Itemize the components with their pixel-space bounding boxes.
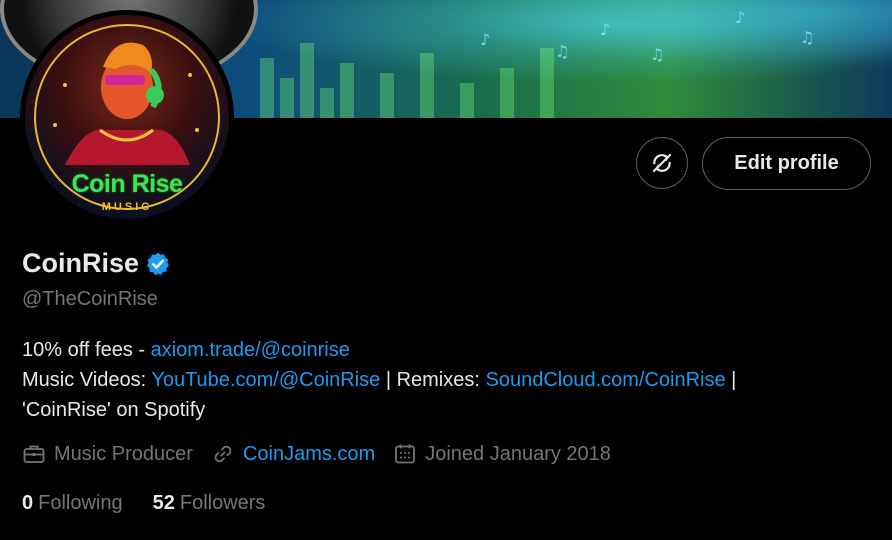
- calendar-icon: [395, 444, 416, 464]
- avatar-logo-text: Coin Rise: [71, 170, 183, 198]
- bio-link-axiom[interactable]: axiom.trade/@coinrise: [151, 339, 350, 361]
- profile-handle: @TheCoinRise: [22, 288, 158, 310]
- equalizer-bar: [500, 68, 514, 118]
- website-item[interactable]: CoinJams.com: [211, 442, 375, 466]
- bio-text: Music Videos:: [22, 369, 152, 391]
- bio-text: |: [725, 369, 737, 391]
- music-note-icon: ♫: [650, 45, 665, 64]
- bio-text: | Remixes:: [380, 369, 486, 391]
- equalizer-bar: [420, 53, 434, 118]
- equalizer-bar: [300, 43, 314, 118]
- profile-meta: Music Producer CoinJams.com Joined Janua…: [22, 442, 629, 466]
- bio-link-soundcloud[interactable]: SoundCloud.com/CoinRise: [485, 369, 725, 391]
- website-link[interactable]: CoinJams.com: [243, 443, 375, 466]
- follow-stats: 0 Following 52 Followers: [22, 492, 295, 515]
- profile-name-row: CoinRise: [22, 248, 171, 279]
- bio-link-youtube[interactable]: YouTube.com/@CoinRise: [151, 369, 380, 391]
- briefcase-icon: [23, 445, 45, 463]
- following-label: Following: [38, 492, 123, 514]
- following-count: 0: [22, 492, 34, 514]
- display-name: CoinRise: [22, 248, 140, 278]
- equalizer-bar: [320, 88, 334, 118]
- equalizer-bar: [460, 83, 474, 118]
- avatar-image: Coin Rise MUSIC: [25, 15, 229, 219]
- followers-link[interactable]: 52 Followers: [153, 492, 266, 515]
- equalizer-bar: [340, 63, 354, 118]
- profile-bio: 10% off fees - axiom.trade/@coinrise Mus…: [22, 335, 882, 425]
- followers-label: Followers: [179, 492, 266, 514]
- equalizer-bar: [260, 58, 274, 118]
- followers-count: 52: [152, 492, 175, 514]
- music-note-icon: ♪: [600, 20, 611, 39]
- equalizer-bar: [380, 73, 394, 118]
- equalizer-bar: [280, 78, 294, 118]
- bio-line: Music Videos: YouTube.com/@CoinRise | Re…: [22, 365, 882, 395]
- avatar[interactable]: Coin Rise MUSIC: [20, 10, 234, 224]
- profession-item: Music Producer: [22, 442, 193, 466]
- music-note-icon: ♪: [735, 8, 746, 27]
- link-icon: [214, 445, 232, 463]
- joined-item: Joined January 2018: [393, 442, 611, 466]
- verified-badge-icon[interactable]: [145, 251, 171, 277]
- no-sync-button[interactable]: [636, 137, 688, 189]
- avatar-logo-subtext: MUSIC: [101, 201, 153, 213]
- music-note-icon: ♪: [480, 30, 491, 49]
- bio-line: 'CoinRise' on Spotify: [22, 395, 882, 425]
- music-note-icon: ♫: [800, 28, 815, 47]
- following-link[interactable]: 0 Following: [22, 492, 123, 515]
- edit-profile-button[interactable]: Edit profile: [702, 137, 871, 190]
- music-note-icon: ♫: [555, 42, 570, 61]
- joined-text: Joined January 2018: [425, 442, 611, 465]
- equalizer-bar: [540, 48, 554, 118]
- bio-line: 10% off fees - axiom.trade/@coinrise: [22, 335, 882, 365]
- profession-text: Music Producer: [54, 442, 193, 465]
- no-sync-icon: [652, 153, 672, 173]
- bio-text: 'CoinRise' on Spotify: [22, 399, 206, 421]
- bio-text: 10% off fees -: [22, 339, 151, 361]
